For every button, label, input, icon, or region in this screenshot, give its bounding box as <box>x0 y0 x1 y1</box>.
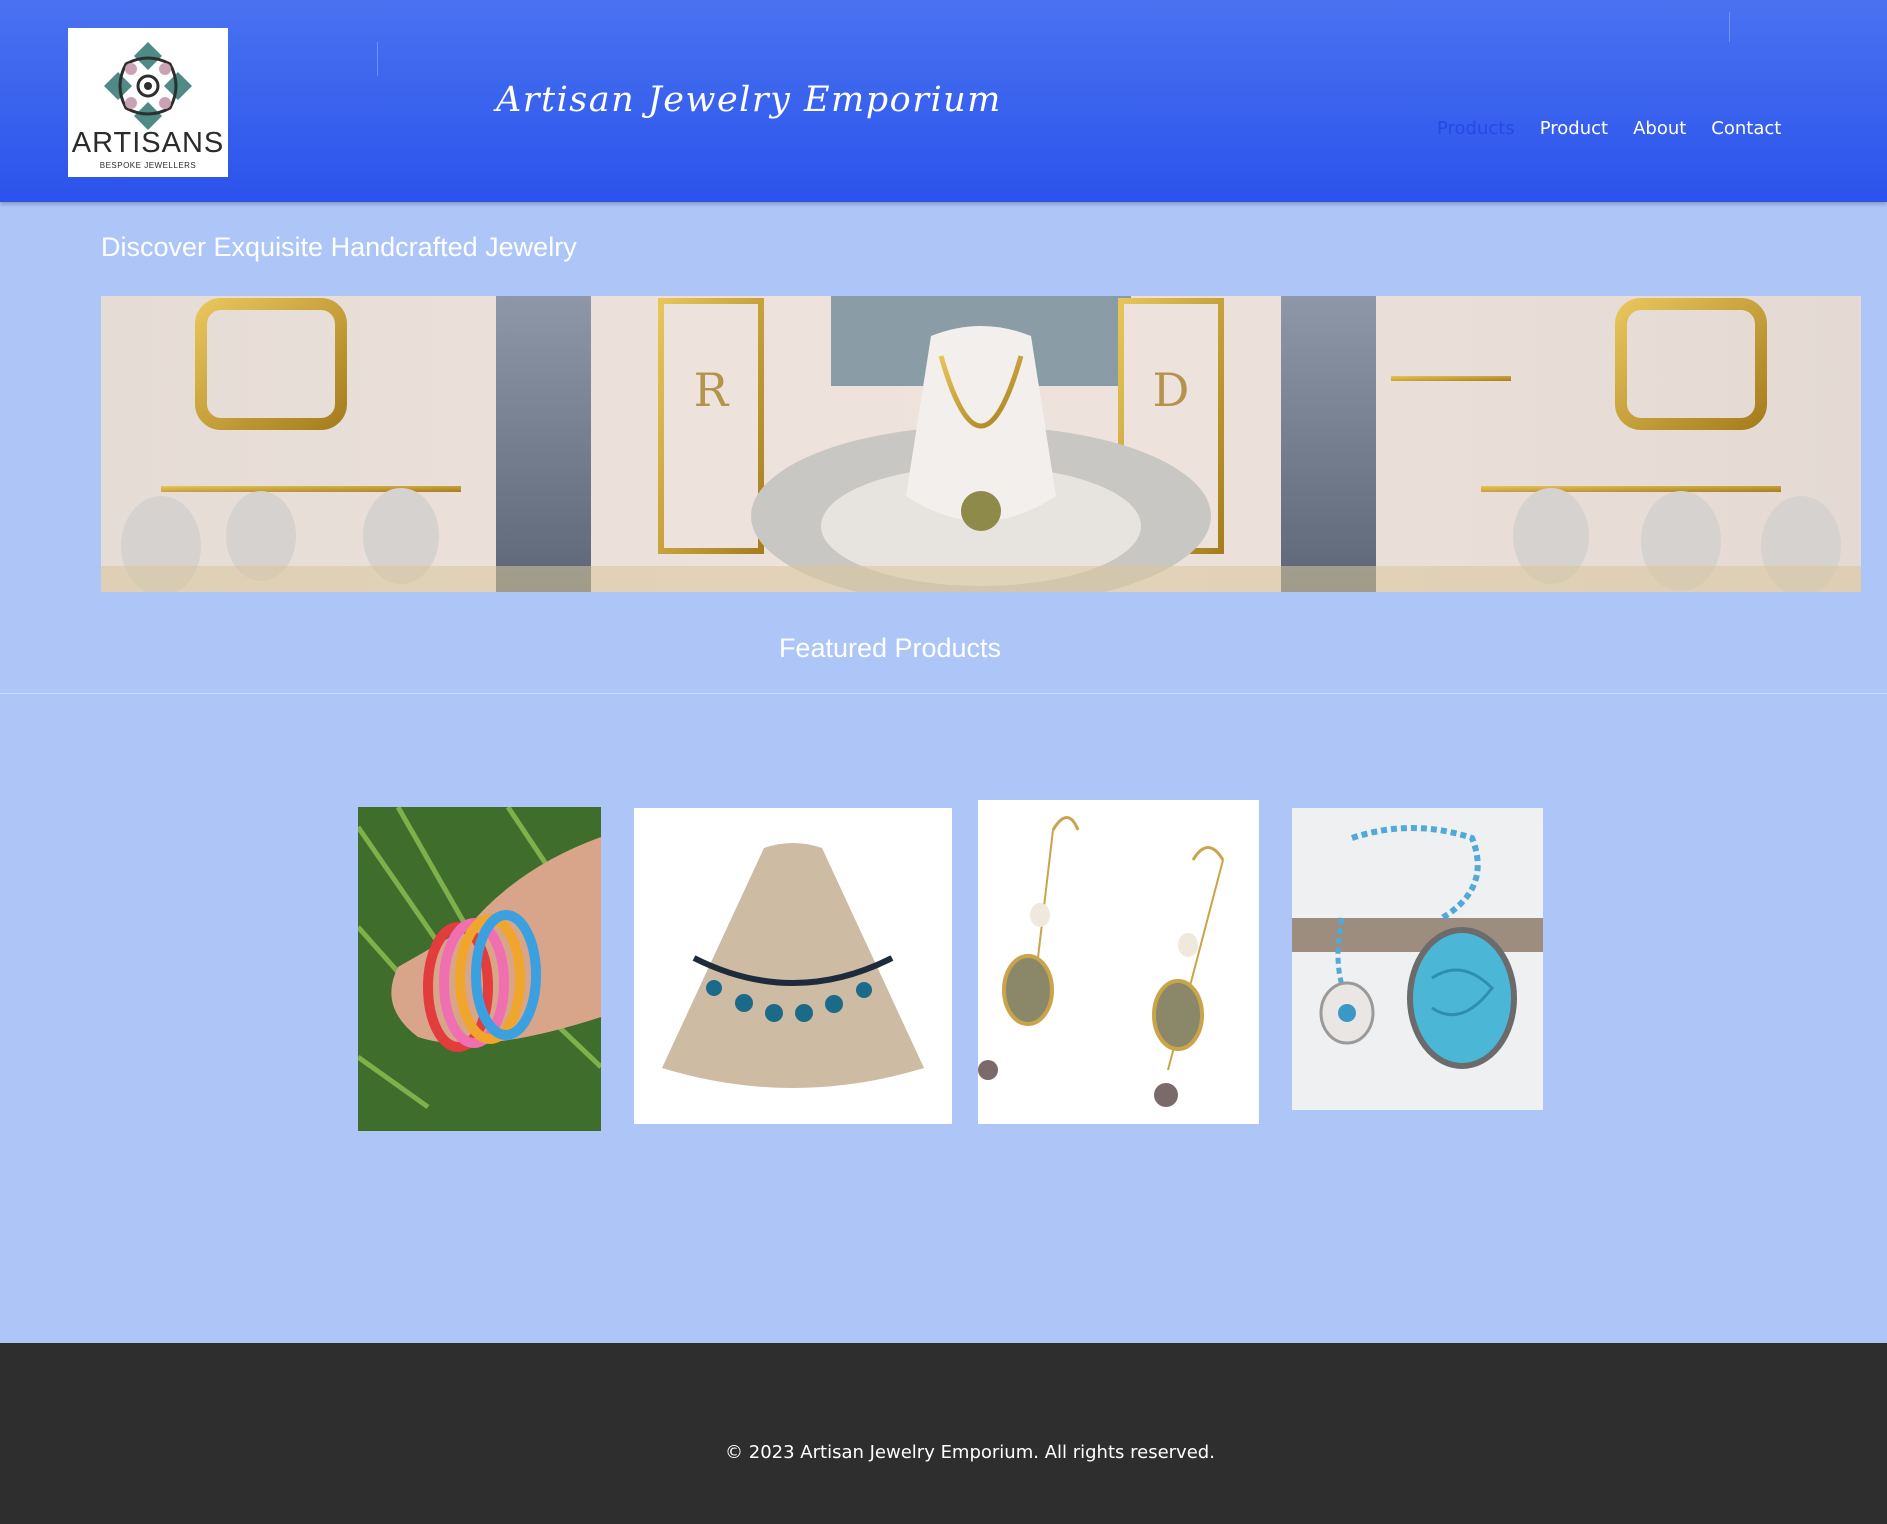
nav-link-contact[interactable]: Contact <box>1711 118 1781 139</box>
logo-wordmark: ARTISANS <box>71 127 225 159</box>
nav-link-product[interactable]: Product <box>1540 118 1608 139</box>
product-image-pendant[interactable] <box>1292 808 1543 1110</box>
section-divider <box>0 693 1887 694</box>
hero-banner-image: R D <box>101 296 1861 592</box>
header-divider <box>1729 12 1730 42</box>
site-header: ARTISANS BESPOKE JEWELLERS Artisan Jewel… <box>0 0 1887 202</box>
logo-emblem-icon <box>104 42 192 130</box>
product-image-bracelets[interactable] <box>358 807 601 1131</box>
site-footer <box>0 1343 1887 1524</box>
nav-link-products[interactable]: Products <box>1437 118 1515 139</box>
svg-text:D: D <box>1153 363 1190 417</box>
logo-subtitle: BESPOKE JEWELLERS <box>99 161 197 170</box>
main-nav: Products Product About Contact <box>1437 118 1806 139</box>
product-image-earrings[interactable] <box>978 800 1259 1124</box>
svg-text:R: R <box>694 363 730 417</box>
site-title: Artisan Jewelry Emporium <box>496 80 1002 120</box>
featured-products-heading: Featured Products <box>778 633 1002 663</box>
hero-tagline: Discover Exquisite Handcrafted Jewelry <box>101 232 577 262</box>
brand-logo[interactable]: ARTISANS BESPOKE JEWELLERS <box>68 28 228 177</box>
footer-copyright: © 2023 Artisan Jewelry Emporium. All rig… <box>725 1442 1215 1463</box>
header-divider <box>377 42 378 76</box>
nav-link-about[interactable]: About <box>1633 118 1686 139</box>
product-image-necklace[interactable] <box>634 808 952 1124</box>
